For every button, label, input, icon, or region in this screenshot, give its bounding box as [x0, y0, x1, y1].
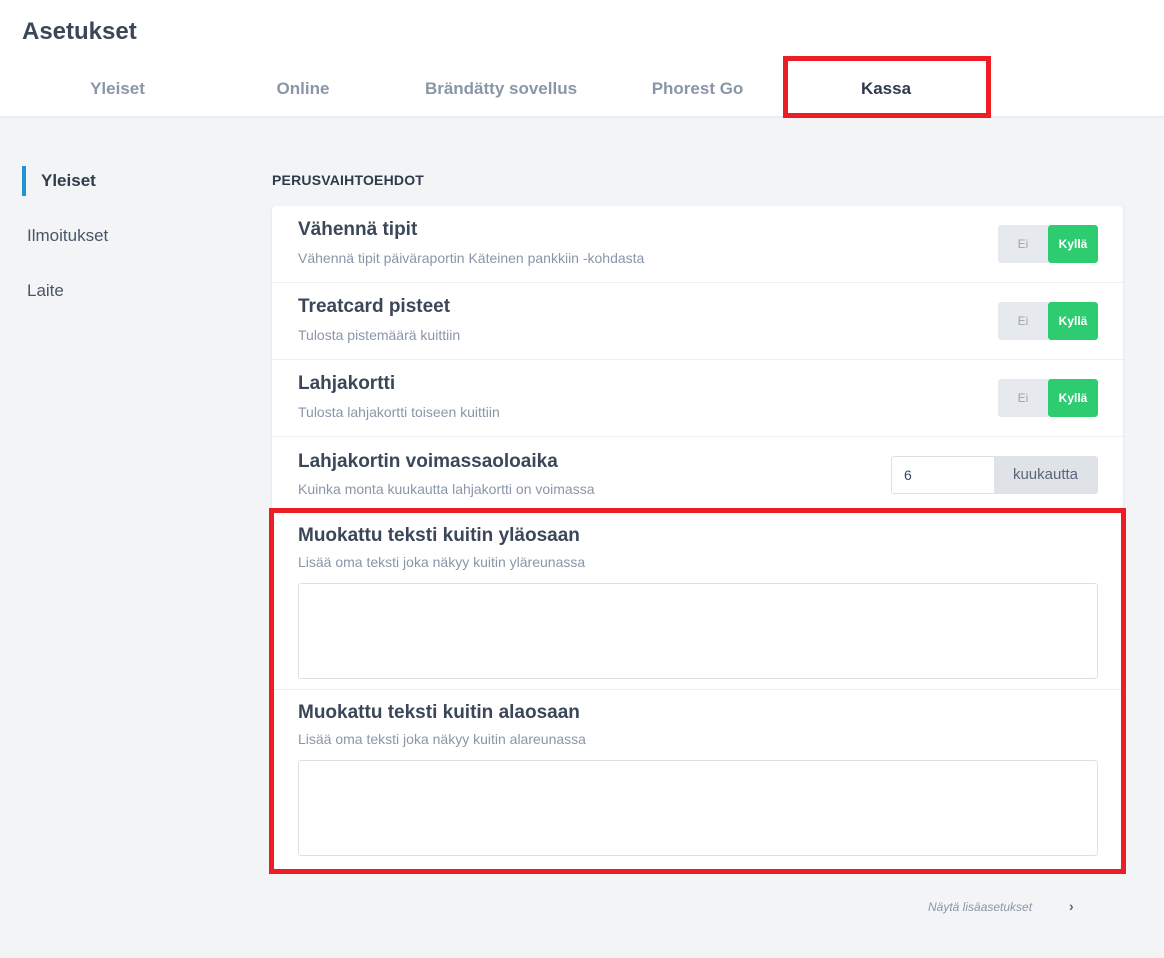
sidebar-item-yleiset[interactable]: Yleiset	[22, 166, 96, 196]
toggle-off-option[interactable]: Ei	[998, 302, 1048, 340]
setting-row-treatcard-pisteet: Treatcard pisteet Tulosta pistemäärä kui…	[272, 283, 1123, 360]
tab-yleiset[interactable]: Yleiset	[60, 66, 175, 112]
tab-online[interactable]: Online	[243, 66, 363, 112]
sidebar-item-label: Ilmoitukset	[27, 226, 109, 245]
settings-tabs: Yleiset Online Brändätty sovellus Phores…	[0, 66, 1000, 112]
sidebar-item-laite[interactable]: Laite	[22, 276, 64, 306]
toggle-lahjakortti: Ei Kyllä	[998, 379, 1098, 417]
setting-description: Tulosta pistemäärä kuittiin	[298, 327, 461, 343]
setting-row-receipt-header-text: Muokattu teksti kuitin yläosaan Lisää om…	[272, 511, 1123, 690]
setting-title: Lahjakortti	[298, 373, 396, 394]
toggle-on-option[interactable]: Kyllä	[1048, 302, 1098, 340]
toggle-vahenna-tipit: Ei Kyllä	[998, 225, 1098, 263]
validity-months-input[interactable]	[892, 457, 994, 493]
setting-title: Vähennä tipit	[298, 219, 418, 240]
setting-description: Lisää oma teksti joka näkyy kuitin yläre…	[298, 554, 586, 570]
active-indicator	[22, 166, 26, 196]
setting-description: Tulosta lahjakortti toiseen kuittiin	[298, 404, 500, 420]
setting-description: Kuinka monta kuukautta lahjakortti on vo…	[298, 481, 595, 497]
tab-brandatty-sovellus[interactable]: Brändätty sovellus	[406, 66, 596, 112]
toggle-off-option[interactable]: Ei	[998, 379, 1048, 417]
toggle-on-option[interactable]: Kyllä	[1048, 379, 1098, 417]
top-bar: Asetukset Yleiset Online Brändätty sovel…	[0, 0, 1164, 116]
toggle-off-option[interactable]: Ei	[998, 225, 1048, 263]
sidebar-item-ilmoitukset[interactable]: Ilmoitukset	[22, 221, 108, 251]
show-more-settings-link[interactable]: Näytä lisäasetukset	[928, 900, 1032, 914]
setting-title: Treatcard pisteet	[298, 296, 451, 317]
setting-row-receipt-footer-text: Muokattu teksti kuitin alaosaan Lisää om…	[272, 690, 1123, 869]
sidebar-item-label: Laite	[27, 281, 64, 300]
receipt-header-textarea[interactable]	[298, 583, 1098, 679]
setting-title: Muokattu teksti kuitin yläosaan	[298, 525, 580, 546]
receipt-footer-textarea[interactable]	[298, 760, 1098, 856]
tab-kassa[interactable]: Kassa	[790, 66, 982, 112]
chevron-right-icon[interactable]: ›	[1069, 898, 1074, 914]
validity-unit-label: kuukautta	[994, 457, 1097, 493]
validity-input-group: kuukautta	[891, 456, 1098, 494]
setting-row-vahenna-tipit: Vähennä tipit Vähennä tipit päiväraporti…	[272, 206, 1123, 283]
setting-title: Lahjakortin voimassaoloaika	[298, 451, 558, 472]
toggle-treatcard-pisteet: Ei Kyllä	[998, 302, 1098, 340]
section-heading: PERUSVAIHTOEHDOT	[272, 172, 425, 188]
setting-title: Muokattu teksti kuitin alaosaan	[298, 702, 580, 723]
toggle-on-option[interactable]: Kyllä	[1048, 225, 1098, 263]
setting-description: Lisää oma teksti joka näkyy kuitin alare…	[298, 731, 586, 747]
page-title: Asetukset	[22, 18, 137, 45]
setting-description: Vähennä tipit päiväraportin Käteinen pan…	[298, 250, 645, 266]
tab-phorest-go[interactable]: Phorest Go	[635, 66, 760, 112]
sidebar-item-label: Yleiset	[41, 171, 96, 190]
settings-card: Vähennä tipit Vähennä tipit päiväraporti…	[272, 206, 1123, 869]
setting-row-lahjakortti: Lahjakortti Tulosta lahjakortti toiseen …	[272, 360, 1123, 437]
